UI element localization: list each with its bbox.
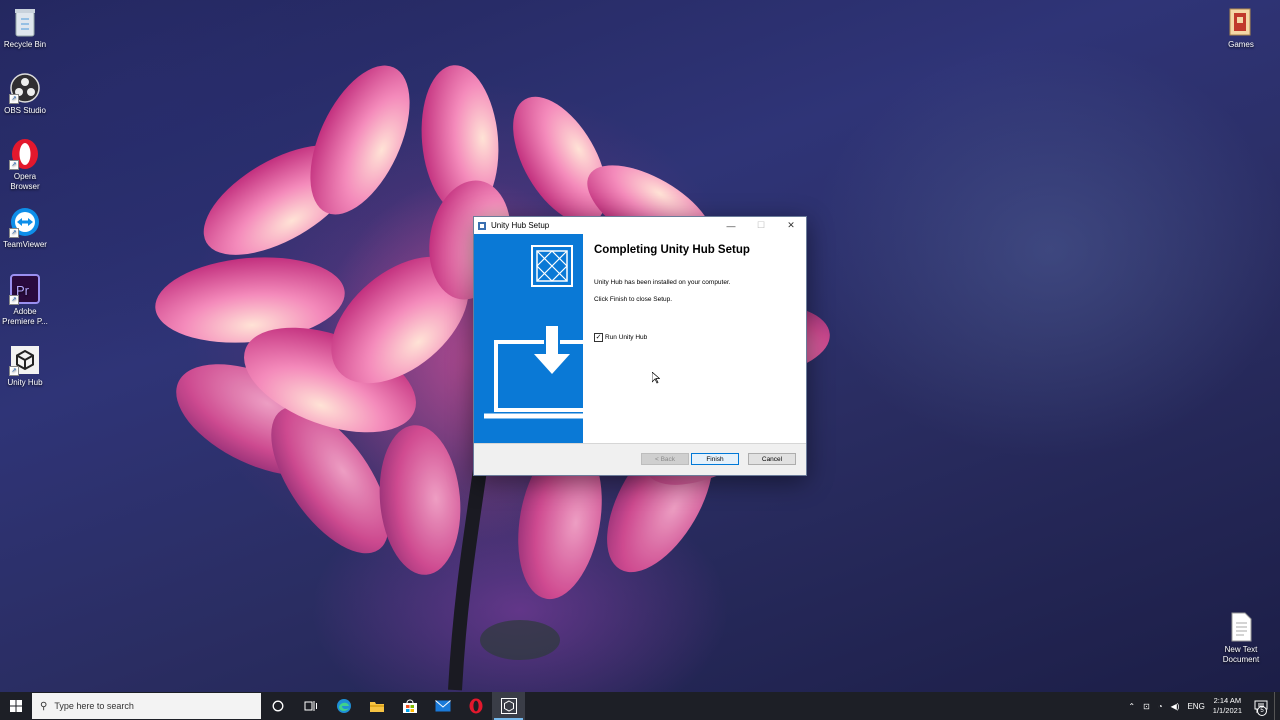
premiere-pro-icon: Pr ↗ — [9, 273, 41, 305]
store-icon — [402, 699, 417, 713]
minimize-button[interactable]: — — [716, 217, 746, 234]
games-folder-icon — [1225, 6, 1257, 38]
shortcut-arrow-icon: ↗ — [9, 94, 19, 104]
installer-side-panel — [474, 234, 590, 443]
edge-taskbar-button[interactable] — [327, 692, 360, 720]
unity-hub-setup-dialog: Unity Hub Setup — ☐ ✕ Completing Unity H… — [473, 216, 807, 476]
shortcut-arrow-icon: ↗ — [9, 228, 19, 238]
recycle-bin-icon — [9, 6, 41, 38]
unity-hub-icon — [500, 698, 517, 714]
desktop-icon-label: New Text Document — [1222, 645, 1260, 664]
system-tray: ⌃ ⊡ ◔ ◀) ENG 2:14 AM 1/1/2021 5 — [1124, 692, 1280, 720]
mouse-cursor-icon — [652, 372, 660, 384]
cortana-button[interactable] — [261, 692, 294, 720]
desktop-icon-label: Adobe Premiere P... — [2, 307, 48, 326]
file-explorer-icon — [369, 701, 384, 712]
file-explorer-button[interactable] — [360, 692, 393, 720]
shortcut-arrow-icon: ↗ — [9, 366, 19, 376]
volume-icon[interactable]: ◀) — [1171, 702, 1180, 711]
mail-button[interactable] — [426, 692, 459, 720]
task-view-icon — [304, 701, 317, 711]
opera-taskbar-button[interactable] — [459, 692, 492, 720]
dialog-titlebar[interactable]: Unity Hub Setup — ☐ ✕ — [474, 217, 806, 234]
teamviewer-icon: ↗ — [9, 206, 41, 238]
dialog-footer: < Back Finish Cancel — [474, 443, 806, 475]
desktop-icon-new-text-document[interactable]: New Text Document — [1216, 611, 1266, 665]
dialog-content: Completing Unity Hub Setup Unity Hub has… — [594, 244, 799, 303]
installer-app-icon — [478, 221, 486, 230]
clock-date: 1/1/2021 — [1212, 706, 1242, 715]
obs-studio-icon: ↗ — [9, 72, 41, 104]
language-indicator[interactable]: ENG — [1187, 702, 1204, 711]
desktop-icon-unity-hub[interactable]: ↗ Unity Hub — [0, 344, 50, 388]
desktop-icon-teamviewer[interactable]: ↗ TeamViewer — [0, 206, 50, 250]
desktop-icon-opera[interactable]: ↗ Opera Browser — [0, 138, 50, 192]
clock[interactable]: 2:14 AM 1/1/2021 — [1213, 696, 1242, 716]
desktop-icon-label: Games — [1228, 40, 1254, 49]
tray-overflow-chevron-icon[interactable]: ⌃ — [1128, 702, 1135, 711]
task-view-button[interactable] — [294, 692, 327, 720]
maximize-button[interactable]: ☐ — [746, 217, 776, 234]
text-document-icon — [1225, 611, 1257, 643]
back-button[interactable]: < Back — [641, 453, 689, 465]
run-unity-hub-option[interactable]: ✓ Run Unity Hub — [594, 333, 647, 342]
desktop-icon-recycle-bin[interactable]: Recycle Bin — [0, 6, 50, 50]
start-button[interactable] — [0, 692, 32, 720]
opera-icon — [469, 698, 482, 714]
search-icon: ⚲ — [40, 700, 48, 712]
taskbar-search-box[interactable]: ⚲ Type here to search — [32, 693, 261, 719]
desktop-icon-premiere[interactable]: Pr ↗ Adobe Premiere P... — [0, 273, 50, 327]
unity-installer-graphic — [484, 245, 590, 419]
desktop-icon-label: Recycle Bin — [3, 40, 47, 49]
desktop-icon-label: Unity Hub — [7, 378, 43, 387]
device-icon[interactable]: ⊡ — [1143, 702, 1150, 711]
run-unity-hub-label[interactable]: Run Unity Hub — [605, 334, 647, 341]
close-button[interactable]: ✕ — [776, 217, 806, 234]
dialog-title: Unity Hub Setup — [491, 221, 550, 230]
unity-hub-icon: ↗ — [9, 344, 41, 376]
desktop-icon-label: TeamViewer — [3, 240, 47, 249]
store-button[interactable] — [393, 692, 426, 720]
mail-icon — [434, 700, 451, 712]
opera-icon: ↗ — [9, 138, 41, 170]
shortcut-arrow-icon: ↗ — [9, 295, 19, 305]
cancel-button[interactable]: Cancel — [748, 453, 796, 465]
install-complete-text: Unity Hub has been installed on your com… — [594, 279, 731, 286]
show-desktop-button[interactable] — [1274, 692, 1280, 720]
dialog-heading: Completing Unity Hub Setup — [594, 244, 750, 256]
clock-time: 2:14 AM — [1213, 696, 1242, 705]
click-finish-text: Click Finish to close Setup. — [594, 296, 673, 303]
notification-count-badge: 5 — [1257, 706, 1267, 716]
unity-hub-taskbar-button[interactable] — [492, 692, 525, 720]
desktop-icon-obs-studio[interactable]: ↗ OBS Studio — [0, 72, 50, 116]
desktop-icon-label: Opera Browser — [10, 172, 40, 191]
edge-icon — [336, 699, 351, 713]
action-center-button[interactable]: 5 — [1248, 692, 1274, 720]
finish-button[interactable]: Finish — [691, 453, 739, 465]
search-placeholder: Type here to search — [54, 701, 134, 711]
run-unity-hub-checkbox[interactable]: ✓ — [594, 333, 603, 342]
shortcut-arrow-icon: ↗ — [9, 160, 19, 170]
cortana-icon — [272, 700, 283, 712]
desktop-icon-games[interactable]: Games — [1216, 6, 1266, 50]
taskbar: ⚲ Type here to search ⌃ ⊡ ◔ ◀) ENG 2:14 … — [0, 692, 1280, 720]
desktop-icon-label: OBS Studio — [4, 106, 46, 115]
network-icon[interactable]: ◔ — [1158, 702, 1163, 711]
windows-logo-icon — [10, 700, 22, 712]
